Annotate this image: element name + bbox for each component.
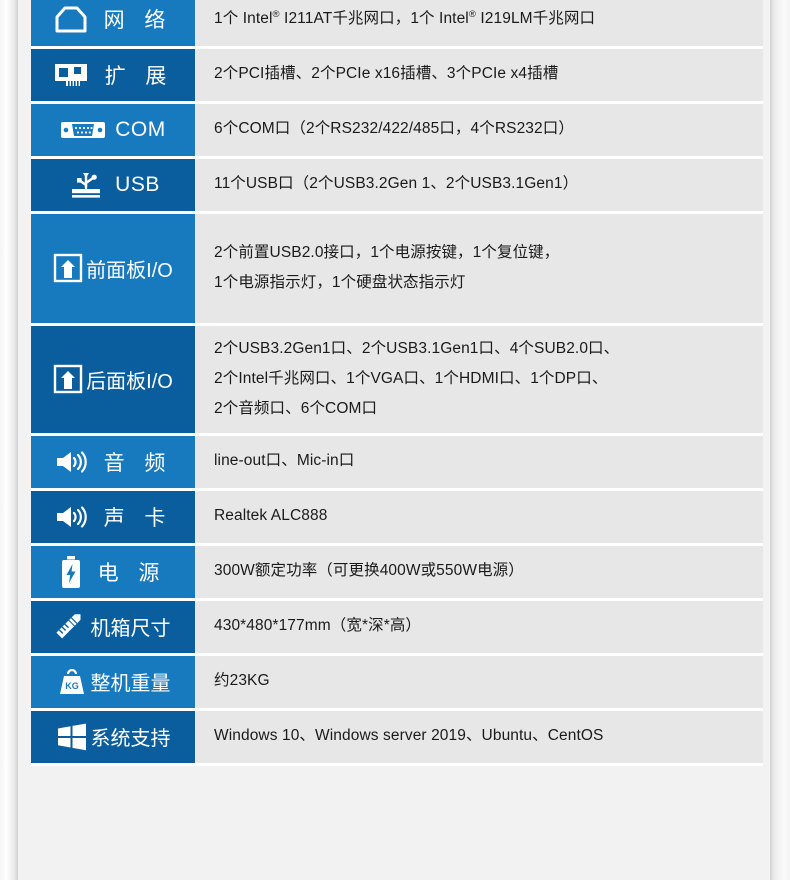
label-cell-dimensions: 机箱尺寸 xyxy=(31,599,195,656)
table-row-power: 电 源 300W额定功率（可更换400W或550W电源） xyxy=(31,544,763,601)
label-text: 系统支持 xyxy=(90,728,171,750)
label-text: 后面板I/O xyxy=(86,370,173,393)
ethernet-port-icon xyxy=(54,5,88,33)
value-cell-dimensions: 430*480*177mm（宽*深*高） xyxy=(195,599,763,656)
windows-logo-icon xyxy=(56,722,88,752)
value-line: 430*480*177mm（宽*深*高） xyxy=(214,617,422,635)
value-line: 2个Intel千兆网口、1个VGA口、1个HDMI口、1个DP口、 xyxy=(214,369,608,387)
value-line: 300W额定功率（可更换400W或550W电源） xyxy=(214,562,524,580)
label-cell-com: COM xyxy=(31,102,195,159)
label-cell-expansion: 扩 展 xyxy=(31,47,195,104)
value-cell-rear-panel-io: 2个USB3.2Gen1口、2个USB3.1Gen1口、4个SUB2.0口、 2… xyxy=(195,324,763,436)
table-row-network: 网 络 1个 Intel® I211AT千兆网口，1个 Intel® I219L… xyxy=(31,0,763,49)
value-line: 1个 Intel® I211AT千兆网口，1个 Intel® I219LM千兆网… xyxy=(214,8,596,27)
value-line: 11个USB口（2个USB3.2Gen 1、2个USB3.1Gen1） xyxy=(214,175,579,193)
value-line: 6个COM口（2个RS232/422/485口，4个RS232口） xyxy=(214,120,574,138)
value-line: 约23KG xyxy=(214,672,270,690)
table-row-expansion: 扩 展 2个PCI插槽、2个PCIe x16插槽、3个PCIe x4插槽 xyxy=(31,47,763,104)
table-row-com: COM 6个COM口（2个RS232/422/485口，4个RS232口） xyxy=(31,102,763,159)
label-cell-audio: 音 频 xyxy=(31,434,195,491)
label-cell-os-support: 系统支持 xyxy=(31,709,195,766)
value-cell-power: 300W额定功率（可更换400W或550W电源） xyxy=(195,544,763,601)
table-row-dimensions: 机箱尺寸 430*480*177mm（宽*深*高） xyxy=(31,599,763,656)
front-panel-io-icon xyxy=(53,253,83,283)
specification-table: 网 络 1个 Intel® I211AT千兆网口，1个 Intel® I219L… xyxy=(31,0,763,766)
value-cell-audio: line-out口、Mic-in口 xyxy=(195,434,763,491)
value-cell-network: 1个 Intel® I211AT千兆网口，1个 Intel® I219LM千兆网… xyxy=(195,0,763,49)
value-cell-front-panel-io: 2个前置USB2.0接口，1个电源按键，1个复位键， 1个电源指示灯，1个硬盘状… xyxy=(195,212,763,326)
speaker-icon xyxy=(54,448,88,476)
weight-kg-icon: KG xyxy=(56,667,88,697)
page-right-edge xyxy=(770,0,790,880)
value-cell-weight: 约23KG xyxy=(195,654,763,711)
page-left-edge xyxy=(0,0,18,880)
label-text: 整机重量 xyxy=(90,673,171,695)
table-row-rear-panel-io: 后面板I/O 2个USB3.2Gen1口、2个USB3.1Gen1口、4个SUB… xyxy=(31,324,763,436)
value-line: Windows 10、Windows server 2019、Ubuntu、Ce… xyxy=(214,727,604,745)
label-text: 网 络 xyxy=(103,8,173,32)
usb-icon xyxy=(66,170,106,200)
value-line: 2个前置USB2.0接口，1个电源按键，1个复位键， xyxy=(214,243,560,261)
svg-text:KG: KG xyxy=(65,681,79,691)
value-cell-os-support: Windows 10、Windows server 2019、Ubuntu、Ce… xyxy=(195,709,763,766)
label-text: 电 源 xyxy=(97,561,167,585)
table-row-audio: 音 频 line-out口、Mic-in口 xyxy=(31,434,763,491)
label-cell-weight: KG 整机重量 xyxy=(31,654,195,711)
table-row-front-panel-io: 前面板I/O 2个前置USB2.0接口，1个电源按键，1个复位键， 1个电源指示… xyxy=(31,212,763,326)
label-cell-power: 电 源 xyxy=(31,544,195,601)
value-line: 2个音频口、6个COM口 xyxy=(214,400,378,418)
label-text: 音 频 xyxy=(103,451,173,475)
label-cell-sound-card: 声 卡 xyxy=(31,489,195,546)
label-text: 前面板I/O xyxy=(86,259,173,282)
table-row-weight: KG 整机重量 约23KG xyxy=(31,654,763,711)
label-text: 机箱尺寸 xyxy=(90,618,171,640)
db9-serial-port-icon xyxy=(60,119,106,141)
label-cell-rear-panel-io: 后面板I/O xyxy=(31,324,195,436)
value-line: line-out口、Mic-in口 xyxy=(214,452,355,470)
table-row-usb: USB 11个USB口（2个USB3.2Gen 1、2个USB3.1Gen1） xyxy=(31,157,763,214)
label-text: 扩 展 xyxy=(104,64,174,88)
value-line: 1个电源指示灯，1个硬盘状态指示灯 xyxy=(214,274,466,291)
label-text: USB xyxy=(115,172,160,196)
value-line: 2个USB3.2Gen1口、2个USB3.1Gen1口、4个SUB2.0口、 xyxy=(214,339,620,357)
ruler-pencil-icon xyxy=(55,612,88,642)
label-text: 声 卡 xyxy=(103,506,173,530)
label-cell-usb: USB xyxy=(31,157,195,214)
label-cell-network: 网 络 xyxy=(31,0,195,49)
table-row-sound-card: 声 卡 Realtek ALC888 xyxy=(31,489,763,546)
table-row-os-support: 系统支持 Windows 10、Windows server 2019、Ubun… xyxy=(31,709,763,766)
speaker-icon xyxy=(54,503,88,531)
value-cell-expansion: 2个PCI插槽、2个PCIe x16插槽、3个PCIe x4插槽 xyxy=(195,47,763,104)
rear-panel-io-icon xyxy=(53,364,83,394)
value-cell-usb: 11个USB口（2个USB3.2Gen 1、2个USB3.1Gen1） xyxy=(195,157,763,214)
label-text: COM xyxy=(115,117,166,141)
value-cell-sound-card: Realtek ALC888 xyxy=(195,489,763,546)
expansion-card-icon xyxy=(53,61,89,89)
value-line: Realtek ALC888 xyxy=(214,507,328,525)
value-cell-com: 6个COM口（2个RS232/422/485口，4个RS232口） xyxy=(195,102,763,159)
battery-power-icon xyxy=(60,555,82,589)
label-cell-front-panel-io: 前面板I/O xyxy=(31,212,195,326)
value-line: 2个PCI插槽、2个PCIe x16插槽、3个PCIe x4插槽 xyxy=(214,65,559,83)
